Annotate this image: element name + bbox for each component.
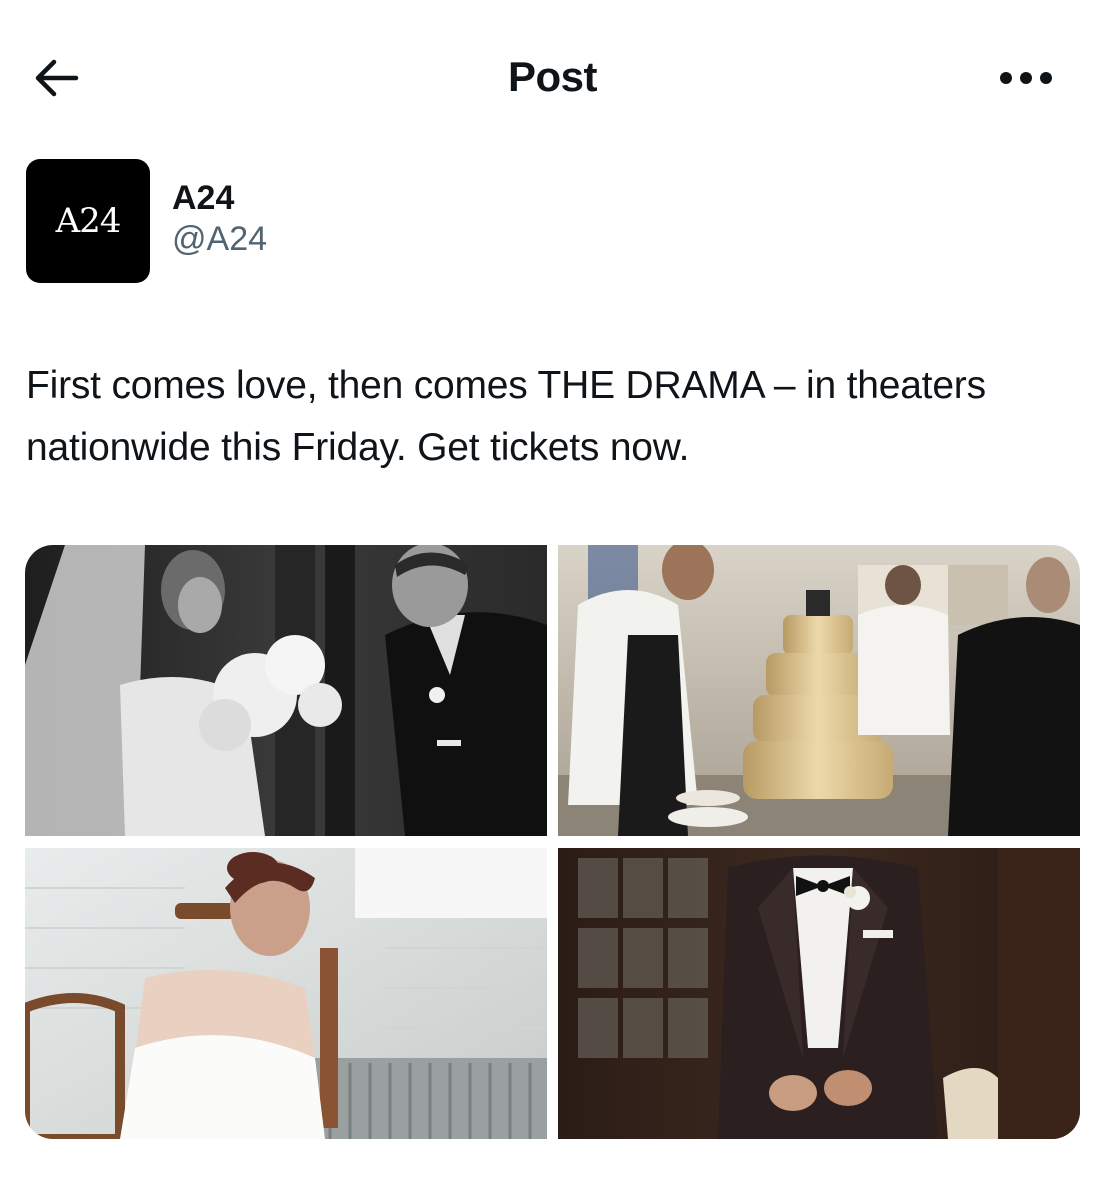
wedding-couple-image [25,545,547,836]
photo-wedding-couple[interactable] [25,545,547,836]
avatar[interactable]: A24 [26,159,150,283]
post-text: First comes love, then comes THE DRAMA –… [26,364,986,469]
post-header: Post [0,0,1105,150]
kitchen-cake-image [558,545,1080,836]
avatar-logo-text: A24 [55,201,122,241]
photo-kitchen-cake[interactable] [558,545,1080,836]
author-names: A24 @A24 [172,177,267,259]
more-horizontal-icon [1000,72,1052,84]
media-grid [25,545,1080,1139]
author-handle[interactable]: @A24 [172,219,267,259]
bride-seated-image [25,848,547,1139]
photo-groom-tuxedo[interactable] [558,848,1080,1139]
photo-bride-seated[interactable] [25,848,547,1139]
groom-tuxedo-image [558,848,1080,1139]
page-title: Post [507,53,598,100]
post-author: A24 A24 @A24 [26,158,267,284]
more-options-button[interactable] [994,50,1058,106]
author-display-name[interactable]: A24 [172,177,267,219]
